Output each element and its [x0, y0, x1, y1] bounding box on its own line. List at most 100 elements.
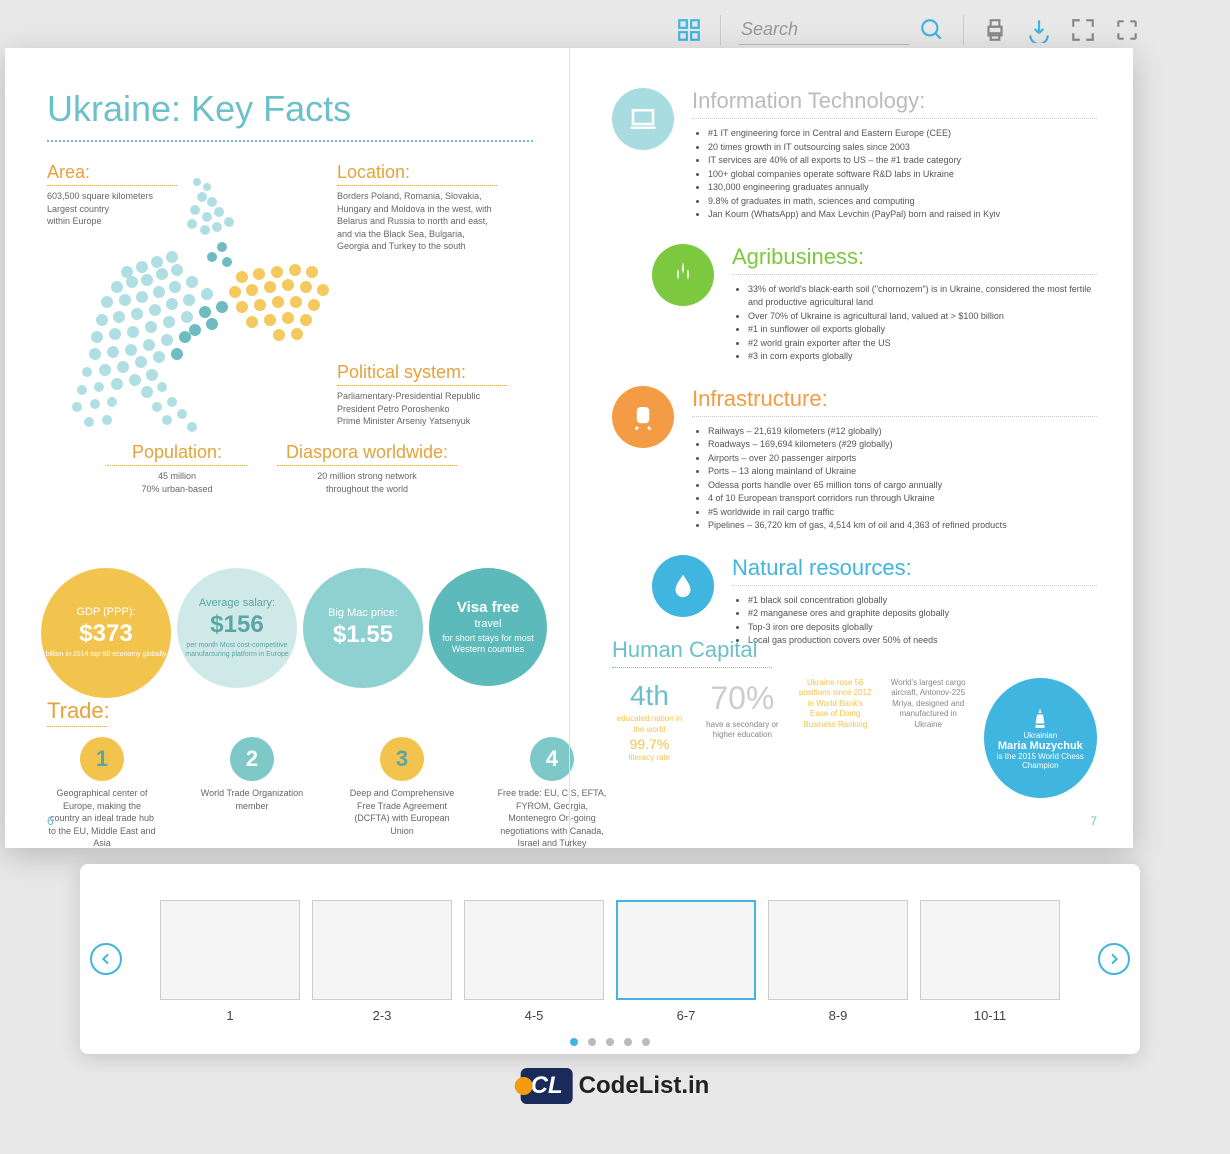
- dot[interactable]: [588, 1038, 596, 1046]
- list-item: #5 worldwide in rail cargo traffic: [708, 506, 1097, 520]
- thumbnail[interactable]: 6-7: [616, 900, 756, 1023]
- area-block: Area: 603,500 square kilometersLargest c…: [47, 162, 177, 228]
- list-item: #2 manganese ores and graphite deposits …: [748, 607, 1097, 621]
- dot[interactable]: [606, 1038, 614, 1046]
- thumbnail-preview: [312, 900, 452, 1000]
- page-title: Ukraine: Key Facts: [47, 88, 533, 130]
- trade-item: 2 World Trade Organization member: [197, 737, 307, 850]
- trade-number: 2: [230, 737, 274, 781]
- thumbnail-bar: 1 2-3 4-5 6-7 8-9 10-11: [80, 864, 1140, 1054]
- trade-item: 1 Geographical center of Europe, making t…: [47, 737, 157, 850]
- visa-circle: Visa free travel for short stays for mos…: [429, 568, 547, 686]
- trade-text: Geographical center of Europe, making th…: [47, 787, 157, 850]
- thumbnail-label: 8-9: [829, 1008, 848, 1023]
- thumbnail-preview: [464, 900, 604, 1000]
- bigmac-circle: Big Mac price: $1.55: [303, 568, 423, 688]
- section-it: Information Technology: #1 IT engineerin…: [612, 88, 1097, 222]
- chess-queen-icon: [1031, 707, 1049, 731]
- search-icon[interactable]: [919, 17, 945, 43]
- stat-circles: GDP (PPP): $373 billion in 2014 top-50 e…: [41, 568, 547, 698]
- thumbnails-icon[interactable]: [676, 17, 702, 43]
- wheat-icon: [652, 244, 714, 306]
- list-item: Jan Koum (WhatsApp) and Max Levchin (Pay…: [708, 208, 1097, 222]
- diaspora-heading: Diaspora worldwide:: [277, 442, 457, 466]
- thumbnail-preview: [920, 900, 1060, 1000]
- trade-number: 1: [80, 737, 124, 781]
- train-icon: [612, 386, 674, 448]
- list-item: #3 in corn exports globally: [748, 350, 1097, 364]
- trade-block: Trade: 1 Geographical center of Europe, m…: [47, 698, 607, 850]
- expand-icon[interactable]: [1114, 17, 1140, 43]
- political-heading: Political system:: [337, 362, 507, 386]
- thumbnail[interactable]: 1: [160, 900, 300, 1023]
- list-item: 20 times growth in IT outsourcing sales …: [708, 141, 1097, 155]
- chess-circle: Ukrainian Maria Muzychuk is the 2015 Wor…: [984, 678, 1097, 798]
- it-title: Information Technology:: [692, 88, 1097, 119]
- list-item: Airports – over 20 passenger airports: [708, 452, 1097, 466]
- thumbnail-label: 10-11: [974, 1008, 1006, 1023]
- list-item: 130,000 engineering graduates annually: [708, 181, 1097, 195]
- page-number-left: 6: [47, 814, 54, 828]
- dot[interactable]: [624, 1038, 632, 1046]
- print-icon[interactable]: [982, 17, 1008, 43]
- salary-circle: Average salary: $156 per month Most cost…: [177, 568, 297, 688]
- drop-icon: [652, 555, 714, 617]
- gdp-circle: GDP (PPP): $373 billion in 2014 top-50 e…: [41, 568, 171, 698]
- trade-number: 4: [530, 737, 574, 781]
- natural-title: Natural resources:: [732, 555, 1097, 586]
- area-heading: Area:: [47, 162, 177, 186]
- list-item: 4 of 10 European transport corridors run…: [708, 492, 1097, 506]
- population-block: Population: 45 million70% urban-based: [107, 442, 247, 495]
- list-item: 9.8% of graduates in math, sciences and …: [708, 195, 1097, 209]
- list-item: Railways – 21,619 kilometers (#12 global…: [708, 425, 1097, 439]
- page-left: Ukraine: Key Facts: [5, 48, 569, 848]
- hc-cargo: World's largest cargo aircraft, Antonov-…: [891, 678, 966, 730]
- prev-arrow[interactable]: [90, 943, 122, 975]
- location-heading: Location:: [337, 162, 497, 186]
- trade-text: World Trade Organization member: [197, 787, 307, 812]
- political-text: Parliamentary-Presidential RepublicPresi…: [337, 390, 507, 428]
- it-list: #1 IT engineering force in Central and E…: [692, 127, 1097, 222]
- infra-list: Railways – 21,619 kilometers (#12 global…: [692, 425, 1097, 533]
- thumbnail-preview: [160, 900, 300, 1000]
- list-item: Over 70% of Ukraine is agricultural land…: [748, 310, 1097, 324]
- political-block: Political system: Parliamentary-Presiden…: [337, 362, 507, 428]
- dot[interactable]: [642, 1038, 650, 1046]
- divider: [720, 15, 721, 45]
- laptop-icon: [612, 88, 674, 150]
- hc-fourth: 4th educated nation in the world 99.7% l…: [612, 678, 687, 764]
- agri-list: 33% of world's black-earth soil ("chorno…: [732, 283, 1097, 364]
- fullscreen-icon[interactable]: [1070, 17, 1096, 43]
- thumbnail[interactable]: 8-9: [768, 900, 908, 1023]
- trade-heading: Trade:: [47, 698, 107, 727]
- thumbnail[interactable]: 2-3: [312, 900, 452, 1023]
- toolbar: [676, 15, 1140, 45]
- pagination-dots: [570, 1038, 650, 1046]
- codelist-logo: CL CodeList.in: [521, 1068, 710, 1104]
- list-item: Ports – 13 along mainland of Ukraine: [708, 465, 1097, 479]
- search-input[interactable]: [739, 15, 909, 45]
- next-arrow[interactable]: [1098, 943, 1130, 975]
- population-heading: Population:: [107, 442, 247, 466]
- agri-title: Agribusiness:: [732, 244, 1097, 275]
- logo-mark: CL: [521, 1068, 573, 1104]
- section-infrastructure: Infrastructure: Railways – 21,619 kilome…: [612, 386, 1097, 533]
- trade-item: 3Deep and Comprehensive Free Trade Agree…: [347, 737, 457, 850]
- thumbnail[interactable]: 4-5: [464, 900, 604, 1023]
- thumbnail-label: 4-5: [525, 1008, 544, 1023]
- dot[interactable]: [570, 1038, 578, 1046]
- page-right: Information Technology: #1 IT engineerin…: [569, 48, 1133, 848]
- diaspora-block: Diaspora worldwide: 20 million strong ne…: [277, 442, 457, 495]
- list-item: Top-3 iron ore deposits globally: [748, 621, 1097, 635]
- infra-title: Infrastructure:: [692, 386, 1097, 417]
- list-item: 33% of world's black-earth soil ("chorno…: [748, 283, 1097, 310]
- list-item: Roadways – 169,694 kilometers (#29 globa…: [708, 438, 1097, 452]
- divider: [963, 15, 964, 45]
- human-capital-block: Human Capital 4th educated nation in the…: [612, 637, 1097, 798]
- hc-rose: Ukraine rose 56 positions since 2012 in …: [798, 678, 873, 730]
- area-text: 603,500 square kilometersLargest country…: [47, 190, 177, 228]
- thumbnail-label: 2-3: [373, 1008, 392, 1023]
- thumbnail[interactable]: 10-11: [920, 900, 1060, 1023]
- download-icon[interactable]: [1026, 17, 1052, 43]
- logo-text: CodeList.in: [579, 1072, 710, 1100]
